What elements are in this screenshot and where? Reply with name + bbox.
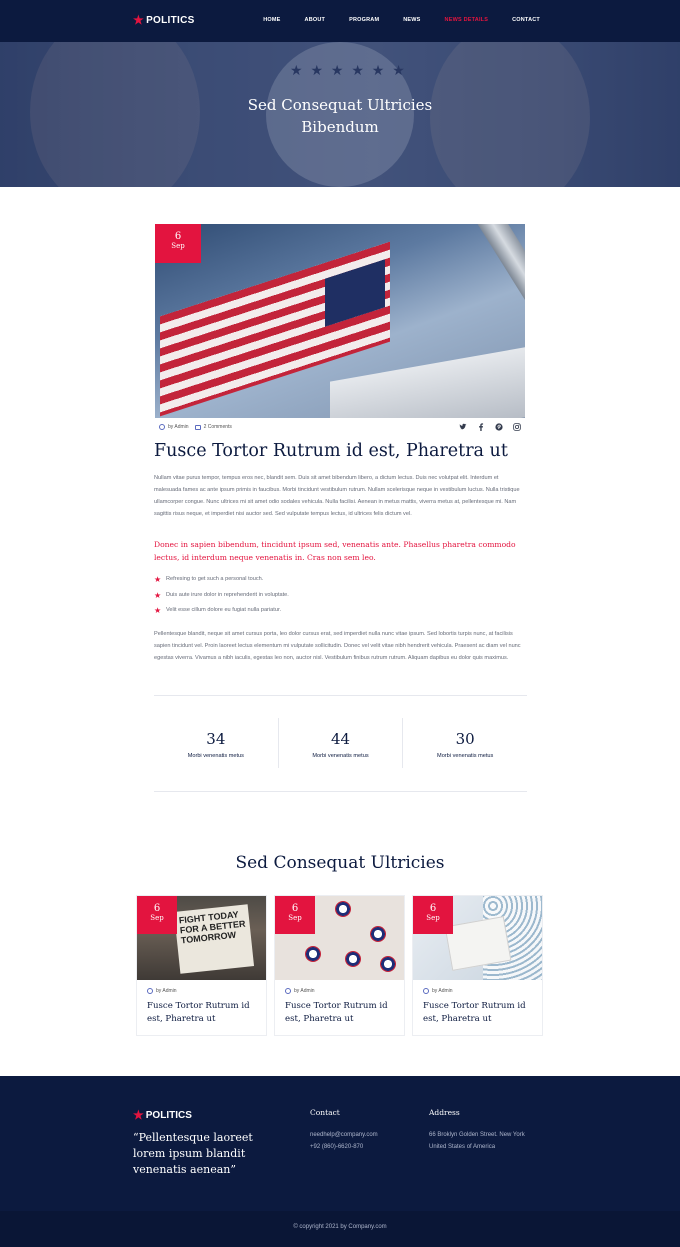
footer-address-heading: Address — [429, 1108, 460, 1117]
top-navbar: ★ POLITICS HOME ABOUT PROGRAM NEWS NEWS … — [0, 0, 680, 42]
date-badge: 6 Sep — [155, 224, 201, 263]
article-bullet-list: ★ Refresing to get such a personal touch.… — [154, 576, 289, 623]
article-paragraph-1: Nullam vitae purus tempor, tempus eros n… — [154, 475, 520, 517]
nav-about[interactable]: ABOUT — [305, 17, 326, 23]
pinterest-icon[interactable] — [494, 423, 503, 432]
divider-bottom — [154, 791, 527, 792]
user-icon — [285, 988, 291, 994]
related-section-title: Sed Consequat Ultricies — [235, 853, 445, 873]
nav-menu: HOME ABOUT PROGRAM NEWS NEWS DETAILS CON… — [239, 17, 540, 23]
divider-top — [154, 695, 527, 696]
user-icon — [423, 988, 429, 994]
news-card[interactable]: 6 Sep by Admin Fusce Tortor Rutrum id es… — [274, 895, 405, 1036]
nav-news-details[interactable]: NEWS DETAILS — [445, 17, 489, 23]
date-month: Sep — [171, 242, 185, 250]
card-meta: by Admin — [423, 988, 453, 994]
site-logo[interactable]: ★ POLITICS — [133, 14, 195, 26]
date-badge: 6 Sep — [275, 896, 315, 934]
date-badge: 6 Sep — [137, 896, 177, 934]
facebook-icon[interactable] — [476, 423, 485, 432]
footer-quote: “Pellentesque laoreet lorem ipsum blandi… — [133, 1131, 253, 1176]
stat-item: 44 Morbi venenatis metus — [277, 718, 403, 768]
comment-icon — [194, 424, 201, 430]
twitter-icon[interactable] — [458, 423, 467, 432]
news-card[interactable]: 6 Sep by Admin Fusce Tortor Rutrum id es… — [412, 895, 543, 1036]
card-title[interactable]: Fusce Tortor Rutrum id est, Pharetra ut — [285, 1000, 397, 1025]
user-icon — [159, 424, 165, 430]
nav-program[interactable]: PROGRAM — [349, 17, 379, 23]
post-meta: by Admin 2 Comments — [159, 424, 232, 430]
hero-banner: ★ ★ ★ ★ ★ ★ Sed Consequat Ultricies Bibe… — [0, 42, 680, 187]
date-day: 6 — [174, 231, 182, 242]
footer-logo[interactable]: ★ POLITICS — [133, 1109, 192, 1121]
article-highlight-quote: Donec in sapien bibendum, tincidunt ipsu… — [154, 540, 516, 562]
card-title[interactable]: Fusce Tortor Rutrum id est, Pharetra ut — [423, 1000, 535, 1025]
star-icon: ★ — [133, 1108, 144, 1122]
star-bullet-icon: ★ — [154, 575, 162, 584]
logo-text: POLITICS — [146, 14, 195, 26]
news-card[interactable]: FIGHT TODAY FOR A BETTER TOMORROW 6 Sep … — [136, 895, 267, 1036]
card-meta: by Admin — [147, 988, 177, 994]
stat-label: Morbi venenatis metus — [312, 753, 369, 759]
social-share — [458, 423, 521, 432]
stat-value: 30 — [455, 730, 475, 748]
stat-label: Morbi venenatis metus — [437, 753, 494, 759]
featured-image-flag — [155, 224, 525, 418]
hero-title: Sed Consequat Ultricies Bibendum — [0, 94, 680, 138]
stat-value: 44 — [330, 730, 351, 748]
footer-address-line2: United States of America — [429, 1144, 496, 1150]
footer-contact-heading: Contact — [310, 1108, 340, 1117]
article-paragraph-2: Pellentesque blandit, neque sit amet cur… — [154, 631, 521, 661]
footer-phone[interactable]: +92 (860)-6620-870 — [310, 1144, 363, 1150]
hero-title-line1: Sed Consequat Ultricies — [247, 96, 433, 114]
instagram-icon[interactable] — [512, 423, 521, 432]
star-bullet-icon: ★ — [154, 606, 162, 615]
protest-sign: FIGHT TODAY FOR A BETTER TOMORROW — [173, 904, 255, 974]
nav-home[interactable]: HOME — [263, 17, 280, 23]
hero-title-line2: Bibendum — [301, 118, 379, 136]
stat-value: 34 — [206, 730, 226, 748]
star-icon: ★ — [133, 13, 145, 27]
building-shape — [330, 346, 525, 418]
stat-item: 30 Morbi venenatis metus — [402, 718, 527, 768]
stat-label: Morbi venenatis metus — [187, 753, 244, 759]
card-meta: by Admin — [285, 988, 315, 994]
card-title[interactable]: Fusce Tortor Rutrum id est, Pharetra ut — [147, 1000, 259, 1025]
date-badge: 6 Sep — [413, 896, 453, 934]
nav-news[interactable]: NEWS — [403, 17, 420, 23]
list-item: ★ Velit esse cillum dolore eu fugiat null… — [154, 606, 282, 615]
copyright-text: © copyright 2021 by Company.com — [293, 1224, 387, 1230]
footer-address-line1: 66 Broklyn Golden Street. New York — [429, 1132, 525, 1138]
list-item: ★ Refresing to get such a personal touch. — [154, 575, 264, 584]
stat-item: 34 Morbi venenatis metus — [154, 718, 278, 768]
stats-row: 34 Morbi venenatis metus 44 Morbi venena… — [154, 718, 527, 768]
footer-email[interactable]: needhelp@company.com — [310, 1132, 378, 1138]
article-title: Fusce Tortor Rutrum id est, Pharetra ut — [154, 441, 508, 461]
nav-contact[interactable]: CONTACT — [512, 17, 540, 23]
user-icon — [147, 988, 153, 994]
footer: ★ POLITICS “Pellentesque laoreet lorem i… — [0, 1076, 680, 1247]
star-bullet-icon: ★ — [154, 590, 162, 600]
author-link[interactable]: by Admin — [168, 424, 189, 430]
list-item: ★ Duis aute irure dolor in reprehenderit … — [154, 590, 289, 600]
comments-link[interactable]: 2 Comments — [204, 424, 232, 430]
